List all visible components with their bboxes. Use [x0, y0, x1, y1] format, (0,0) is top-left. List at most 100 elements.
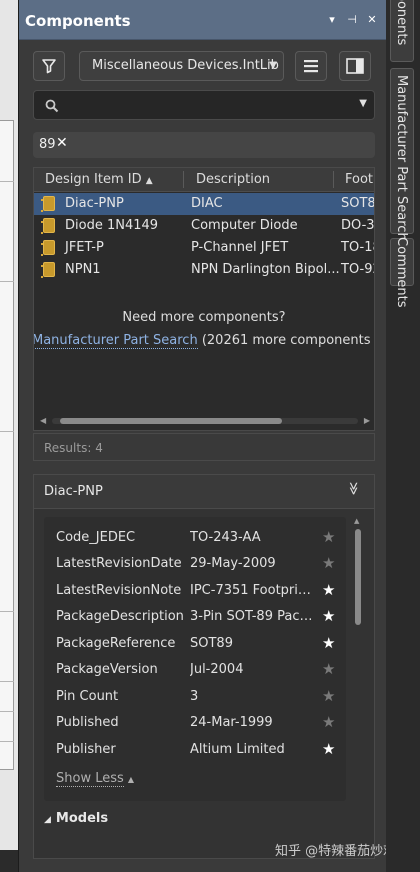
column-header-design-item-id[interactable]: Design Item ID ▲ — [45, 172, 153, 187]
menu-button[interactable] — [295, 51, 327, 81]
panel-toolbar: Miscellaneous Devices.IntLib ▼ — [33, 51, 377, 81]
table-row[interactable]: NPN1 NPN Darlington Bipol... TO-92 — [34, 259, 374, 281]
panel-menu-button[interactable]: ▾ — [324, 13, 340, 26]
cell-footprint: DO-35 — [341, 218, 375, 233]
manufacturer-search-line: Manufacturer Part Search (20261 more com… — [34, 333, 374, 349]
property-value: 24-Mar-1999 — [190, 715, 273, 730]
property-value: TO-243-AA — [190, 530, 261, 545]
search-input[interactable]: ▼ — [33, 90, 375, 120]
tab-manufacturer-part-search[interactable]: Manufacturer Part Search — [390, 68, 414, 241]
cell-description: DIAC — [191, 196, 223, 211]
property-row: Published 24-Mar-1999 ★ — [56, 712, 341, 734]
split-panel-icon — [346, 58, 364, 74]
star-icon[interactable]: ★ — [322, 607, 335, 625]
column-header-description[interactable]: Description — [196, 172, 270, 187]
library-select-value: Miscellaneous Devices.IntLib — [92, 58, 279, 73]
active-filter-bar: 89 ✕ — [33, 132, 375, 158]
cell-footprint: TO-92 — [341, 262, 374, 277]
cell-design-item-id: JFET-P — [65, 240, 104, 255]
close-button[interactable]: ✕ — [364, 13, 380, 26]
panel-titlebar[interactable]: Components ▾ ⊣ ✕ — [19, 0, 386, 40]
cell-description: Computer Diode — [191, 218, 298, 233]
property-row: PackageReference SOT89 ★ — [56, 633, 341, 655]
component-icon — [41, 262, 55, 278]
property-key: Pin Count — [56, 689, 119, 704]
table-row[interactable]: Diac-PNP DIAC SOT89 — [34, 193, 374, 215]
property-key: PackageReference — [56, 636, 176, 651]
star-icon[interactable]: ★ — [322, 634, 335, 652]
tab-comments[interactable]: Comments — [390, 237, 414, 307]
sheet-line — [0, 741, 14, 742]
star-icon[interactable]: ★ — [322, 713, 335, 731]
property-key: PackageDescription — [56, 609, 184, 624]
property-value: Jul-2004 — [190, 662, 244, 677]
property-row: LatestRevisionDate 29-May-2009 ★ — [56, 553, 341, 575]
property-value: 29-May-2009 — [190, 556, 276, 571]
star-icon[interactable]: ★ — [322, 528, 335, 546]
chevron-down-icon: ▼ — [269, 60, 277, 71]
models-section-header[interactable]: ◢ Models — [44, 811, 108, 826]
library-select[interactable]: Miscellaneous Devices.IntLib ▼ — [79, 51, 284, 81]
status-strip — [0, 850, 18, 872]
search-icon — [45, 99, 59, 113]
chevron-down-icon[interactable]: ▼ — [359, 98, 367, 109]
panel-title: Components — [25, 11, 131, 30]
sheet-line — [0, 431, 14, 432]
document-background — [0, 0, 18, 872]
details-title: Diac-PNP — [44, 484, 103, 499]
column-separator[interactable] — [183, 171, 184, 188]
document-sheet — [0, 120, 14, 770]
star-icon[interactable]: ★ — [322, 554, 335, 572]
property-row: PackageVersion Jul-2004 ★ — [56, 659, 341, 681]
property-row: Pin Count 3 ★ — [56, 686, 341, 708]
collapse-icon[interactable]: ≫ — [346, 482, 361, 496]
component-icon — [41, 218, 55, 234]
scroll-thumb[interactable] — [355, 529, 361, 625]
property-key: PackageVersion — [56, 662, 158, 677]
show-less-link[interactable]: Show Less ▲ — [56, 771, 135, 787]
sheet-line — [0, 611, 14, 612]
components-grid: Design Item ID ▲ Description Foot Diac-P… — [33, 167, 375, 431]
chevron-up-icon: ▲ — [127, 775, 135, 784]
property-row: Code_JEDEC TO-243-AA ★ — [56, 527, 341, 549]
column-separator[interactable] — [333, 171, 334, 188]
sheet-line — [0, 181, 14, 182]
scroll-thumb[interactable] — [60, 418, 282, 424]
right-dock: Components Manufacturer Part Search Comm… — [386, 0, 420, 872]
vertical-scrollbar[interactable]: ▲ — [352, 517, 364, 801]
hamburger-icon — [304, 60, 318, 73]
grid-header: Design Item ID ▲ Description Foot — [34, 168, 374, 192]
cell-design-item-id: NPN1 — [65, 262, 101, 277]
toggle-details-button[interactable] — [339, 51, 371, 81]
details-header[interactable]: Diac-PNP ≫ — [34, 475, 374, 509]
results-count: Results: 4 — [33, 433, 375, 461]
star-icon[interactable]: ★ — [322, 660, 335, 678]
tab-components[interactable]: Components — [390, 0, 414, 62]
pin-button[interactable]: ⊣ — [344, 13, 360, 26]
property-key: Published — [56, 715, 119, 730]
horizontal-scrollbar[interactable]: ◀ ▶ — [40, 416, 370, 426]
components-panel: Components ▾ ⊣ ✕ Miscellaneous Devices.I… — [18, 0, 409, 872]
scroll-right-icon[interactable]: ▶ — [364, 416, 370, 425]
cell-design-item-id: Diode 1N4149 — [65, 218, 159, 233]
property-value: IPC-7351 Footprint... — [190, 583, 318, 598]
star-icon[interactable]: ★ — [322, 740, 335, 758]
column-header-footprint[interactable]: Foot — [345, 172, 373, 187]
table-row[interactable]: Diode 1N4149 Computer Diode DO-35 — [34, 215, 374, 237]
tab-label: Comments — [394, 237, 409, 308]
property-row: Publisher Altium Limited ★ — [56, 739, 341, 761]
property-value: 3 — [190, 689, 199, 704]
properties-list: Code_JEDEC TO-243-AA ★ LatestRevisionDat… — [44, 517, 346, 801]
scroll-left-icon[interactable]: ◀ — [40, 416, 46, 425]
star-icon[interactable]: ★ — [322, 687, 335, 705]
scroll-up-icon[interactable]: ▲ — [354, 517, 359, 525]
component-icon — [41, 196, 55, 212]
star-icon[interactable]: ★ — [322, 581, 335, 599]
manufacturer-part-search-link[interactable]: Manufacturer Part Search — [34, 333, 198, 349]
property-value: SOT89 — [190, 636, 233, 651]
remove-filter-icon[interactable]: ✕ — [56, 135, 68, 151]
filter-button[interactable] — [33, 51, 65, 81]
table-row[interactable]: JFET-P P-Channel JFET TO-18 — [34, 237, 374, 259]
property-key: Code_JEDEC — [56, 530, 136, 545]
component-icon — [41, 240, 55, 256]
